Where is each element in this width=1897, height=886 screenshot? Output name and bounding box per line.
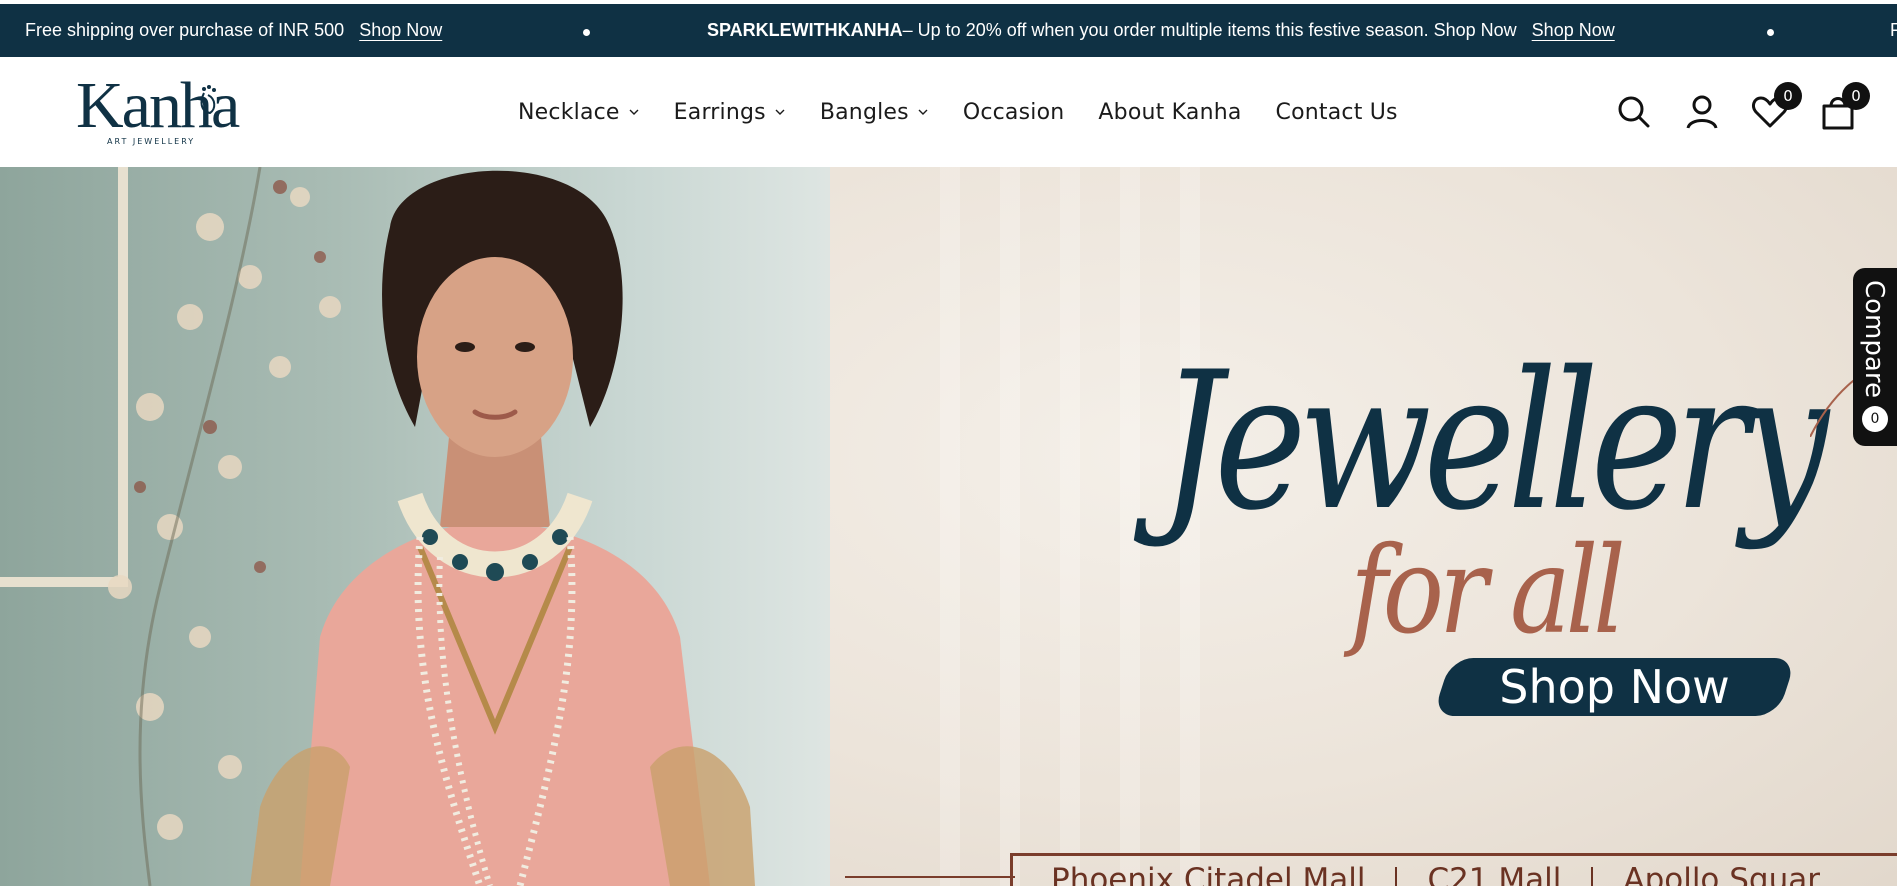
announcement-item-promo: SPARKLEWITHKANHA– Up to 20% off when you… <box>707 4 1615 57</box>
compare-side-tab[interactable]: Compare 0 <box>1853 268 1897 446</box>
cart-count-badge: 0 <box>1842 82 1870 110</box>
store-location: C21 Mall <box>1427 862 1562 886</box>
nav-label: Occasion <box>962 99 1065 125</box>
location-separator <box>1395 866 1398 886</box>
announcement-fragment: F <box>1890 20 1897 40</box>
announcement-shop-now-link[interactable]: Shop Now <box>359 20 442 40</box>
hero-divider-line <box>845 876 1015 878</box>
peacock-icon <box>200 85 216 115</box>
promo-code: SPARKLEWITHKANHA <box>707 20 903 40</box>
nav-label: Earrings <box>673 99 766 125</box>
location-separator <box>1591 866 1594 886</box>
wishlist-count-badge: 0 <box>1774 82 1802 110</box>
announcement-text: Free shipping over purchase of INR 500 <box>25 20 345 40</box>
hero-subheadline: for all <box>1350 522 1626 661</box>
chevron-down-icon <box>775 109 785 115</box>
search-icon <box>1618 96 1650 128</box>
hero-cta-label: Shop Now <box>1499 660 1730 714</box>
kanha-logo[interactable]: Kanha ART JEWELLERY <box>76 71 240 149</box>
chevron-down-icon <box>918 109 928 115</box>
compare-count-badge: 0 <box>1862 406 1888 432</box>
account-button[interactable] <box>1682 92 1722 132</box>
chevron-down-icon <box>629 109 639 115</box>
main-navigation: Necklace Earrings Bangles Occasion About… <box>518 57 1432 167</box>
hero-banner[interactable]: Jewellery for all Shop Now Phoenix Citad… <box>0 167 1897 886</box>
hero-headline: Jewellery <box>1160 331 1829 552</box>
nav-item-about-kanha[interactable]: About Kanha <box>1098 100 1241 125</box>
store-locations-strip: Phoenix Citadel Mall C21 Mall Apollo Squar <box>1010 853 1897 886</box>
announcement-shop-now-link[interactable]: Shop Now <box>1532 20 1615 40</box>
nav-label: Necklace <box>518 99 620 125</box>
model-wearing-jewellery-image <box>250 170 755 886</box>
cart-button[interactable]: 0 <box>1818 82 1870 132</box>
hero-shop-now-button[interactable]: Shop Now <box>1432 658 1797 716</box>
nav-label: About Kanha <box>1098 99 1242 125</box>
nav-label: Contact Us <box>1275 99 1398 125</box>
logo-tagline: ART JEWELLERY <box>107 137 196 146</box>
nav-item-occasion[interactable]: Occasion <box>963 100 1065 125</box>
announcement-item-shipping: Free shipping over purchase of INR 500 S… <box>25 4 442 57</box>
nav-label: Bangles <box>819 99 909 125</box>
nav-item-bangles[interactable]: Bangles <box>820 100 929 125</box>
site-header: Kanha ART JEWELLERY Necklace Earrings Ba… <box>0 57 1897 167</box>
announcement-separator-dot <box>583 29 590 36</box>
search-button[interactable] <box>1614 92 1654 132</box>
store-location: Phoenix Citadel Mall <box>1051 862 1366 886</box>
announcement-text: – Up to 20% off when you order multiple … <box>902 20 1517 40</box>
nav-item-contact-us[interactable]: Contact Us <box>1276 100 1398 125</box>
account-icon <box>1686 95 1718 129</box>
announcement-separator-dot <box>1767 29 1774 36</box>
wishlist-button[interactable]: 0 <box>1750 82 1802 132</box>
announcement-bar: Free shipping over purchase of INR 500 S… <box>0 4 1897 57</box>
compare-label: Compare <box>1859 280 1889 398</box>
nav-item-necklace[interactable]: Necklace <box>518 100 640 125</box>
store-location: Apollo Squar <box>1623 862 1821 886</box>
nav-item-earrings[interactable]: Earrings <box>674 100 786 125</box>
